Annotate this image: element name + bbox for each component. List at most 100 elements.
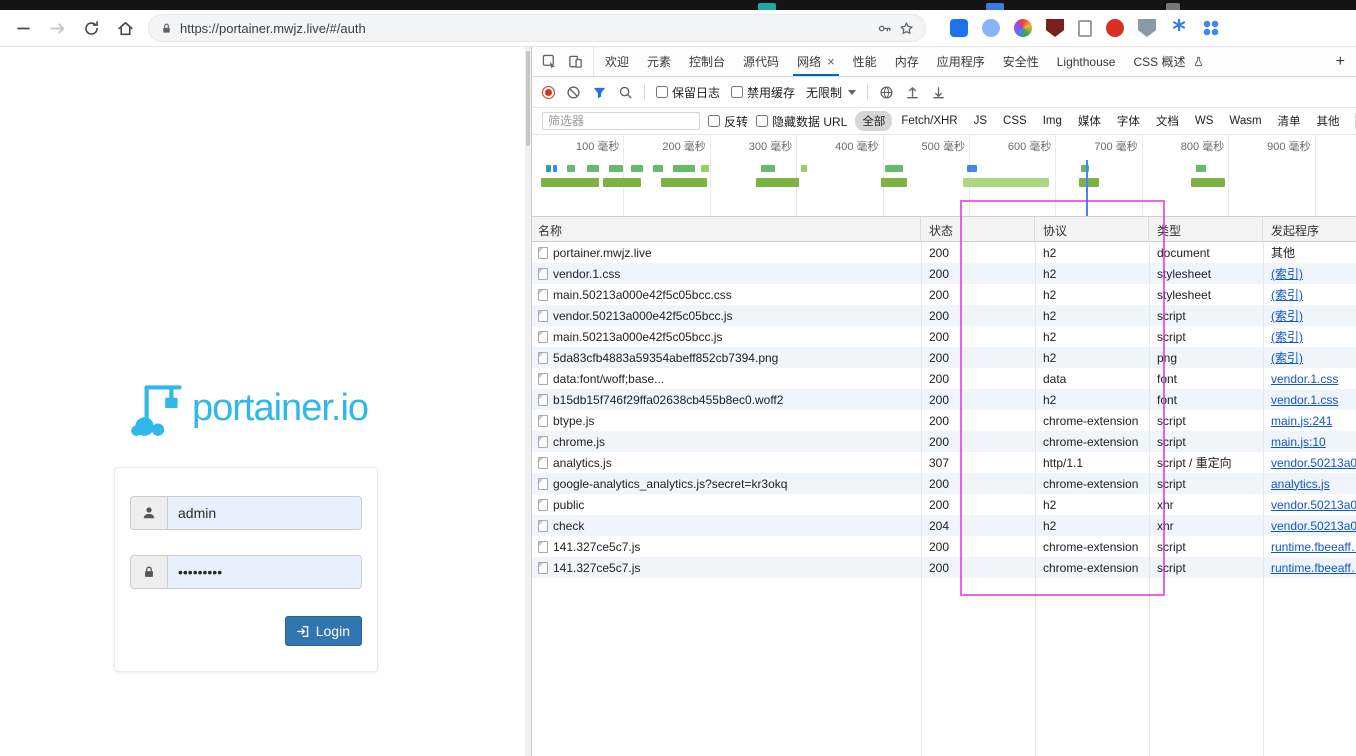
initiator-link[interactable]: (索引) [1271,265,1303,282]
initiator-link[interactable]: analytics.js [1271,477,1330,491]
table-row[interactable]: vendor.50213a000e42f5c05bcc.js 200 h2 scrip… [532,305,1356,326]
close-icon[interactable]: × [827,55,835,68]
table-row[interactable]: analytics.js 307 http/1.1 script / 重定向 vendo… [532,452,1356,473]
network-overview-timeline[interactable]: 100 毫秒 200 毫秒 300 毫秒 400 毫秒 500 毫秒 600 毫秒 700 … [532,135,1356,217]
devtools-tab[interactable]: 网络 × [788,47,844,76]
home-button[interactable] [110,14,140,42]
filter-pill[interactable]: 字体 [1110,111,1147,131]
devtools-tab[interactable]: 元素 [638,47,680,76]
devtools-tab[interactable]: CSS 概述 [1124,47,1213,76]
login-button[interactable]: Login [284,616,362,646]
filter-pill[interactable]: 文档 [1149,111,1186,131]
devtools-tab[interactable]: 应用程序 [928,47,994,76]
devtools-tab[interactable]: Lighthouse [1048,47,1125,76]
initiator-link[interactable]: vendor.50213a0… [1271,498,1356,512]
filter-pill[interactable]: JS [967,113,994,129]
preserve-log-box[interactable] [656,86,668,98]
filter-pill[interactable]: Wasm [1222,113,1268,129]
table-row[interactable]: 141.327ce5c7.js 200 chrome-extension script… [532,557,1356,578]
initiator-link[interactable]: (索引) [1271,286,1303,303]
record-button[interactable] [542,85,555,99]
table-row[interactable]: btype.js 200 chrome-extension script main.js… [532,410,1356,431]
filter-pill[interactable]: 其他 [1310,111,1347,131]
disable-cache-box[interactable] [731,86,744,98]
table-row[interactable]: 141.327ce5c7.js 200 chrome-extension script… [532,536,1356,557]
search-icon[interactable] [618,85,633,100]
table-row[interactable]: check 204 h2 xhr vendor.50213a0… [532,515,1356,536]
column-header-initiator[interactable]: 发起程序 [1263,217,1356,241]
refresh-button[interactable] [76,14,106,42]
export-har-icon[interactable] [931,85,946,100]
import-har-icon[interactable] [905,85,920,100]
favorite-star-icon[interactable] [899,21,914,36]
initiator-link[interactable]: vendor.1.css [1271,393,1338,407]
table-row[interactable]: public 200 h2 xhr vendor.50213a0… [532,494,1356,515]
filter-pill[interactable]: 媒体 [1071,111,1108,131]
devtools-tab[interactable]: 内存 [886,47,928,76]
table-row[interactable]: b15db15f746f29ffa02638cb455b8ec0.woff2 20… [532,389,1356,410]
adguard-extension-icon[interactable] [1106,19,1124,37]
scrollbar-thumb[interactable] [526,51,530,146]
table-row[interactable]: chrome.js 200 chrome-extension script main.j… [532,431,1356,452]
devtools-tab[interactable]: 性能 [844,47,886,76]
initiator-link[interactable]: runtime.fbeeaff… [1271,561,1356,575]
filter-pill[interactable]: Fetch/XHR [894,113,964,129]
column-header-name[interactable]: 名称 [532,217,921,241]
apps-grid-extension-icon[interactable] [1202,19,1220,37]
table-row[interactable]: main.50213a000e42f5c05bcc.js 200 h2 script (… [532,326,1356,347]
initiator-link[interactable]: main.js:241 [1271,414,1332,428]
table-row[interactable]: google-analytics_analytics.js?secret=kr3… [532,473,1356,494]
column-header-protocol[interactable]: 协议 [1035,217,1149,241]
filter-pill[interactable]: Img [1036,113,1069,129]
username-input[interactable] [167,496,362,530]
asterisk-extension-icon[interactable]: * [1170,17,1188,43]
column-header-type[interactable]: 类型 [1149,217,1263,241]
hide-data-urls-checkbox[interactable]: 隐藏数据 URL [756,113,847,130]
devtools-tab[interactable]: 安全性 [994,47,1048,76]
table-row[interactable]: data:font/woff;base... 200 data font vendor.… [532,368,1356,389]
filter-pill[interactable]: 清单 [1271,111,1308,131]
add-tab-button[interactable]: + [1325,47,1356,76]
network-conditions-icon[interactable] [879,85,894,100]
password-key-icon[interactable] [877,21,892,36]
pinwheel-extension-icon[interactable] [1014,19,1032,37]
devtools-tab[interactable]: 欢迎 [596,47,638,76]
filter-input[interactable] [542,112,700,130]
table-row[interactable]: portainer.mwjz.live 200 h2 document 其他 [532,242,1356,263]
initiator-link[interactable]: vendor.1.css [1271,372,1338,386]
initiator-link[interactable]: vendor.50213a0… [1271,519,1356,533]
initiator-link[interactable]: (索引) [1271,349,1303,366]
filter-icon[interactable] [592,85,607,100]
devtools-tab[interactable]: 源代码 [734,47,788,76]
address-bar[interactable] [148,14,926,42]
filter-pill[interactable]: WS [1188,113,1221,129]
devtools-tab[interactable]: 控制台 [680,47,734,76]
shield-extension-icon[interactable] [1138,19,1156,37]
invert-checkbox[interactable]: 反转 [708,113,748,130]
password-input[interactable] [167,555,362,589]
preserve-log-checkbox[interactable]: 保留日志 [656,84,720,101]
initiator-link[interactable]: (索引) [1271,328,1303,345]
initiator-link[interactable]: (索引) [1271,307,1303,324]
device-toolbar-icon[interactable] [568,54,583,69]
throttling-dropdown[interactable]: 无限制 [806,84,857,101]
page-extension-icon[interactable] [1078,19,1092,37]
filter-pill[interactable]: 全部 [855,111,893,131]
inspect-element-icon[interactable] [542,54,557,69]
url-input[interactable] [180,20,870,36]
pdf-extension-icon[interactable] [950,19,968,37]
filter-pill[interactable]: CSS [996,113,1034,129]
initiator-link[interactable]: vendor.50213a0… [1271,456,1356,470]
hide-data-urls-box[interactable] [756,115,769,127]
invert-box[interactable] [708,115,720,127]
table-row[interactable]: vendor.1.css 200 h2 stylesheet (索引) [532,263,1356,284]
back-button[interactable] [8,14,38,42]
forward-button[interactable] [42,14,72,42]
clear-network-log-icon[interactable] [566,85,581,100]
column-header-status[interactable]: 状态 [921,217,1035,241]
table-row[interactable]: 5da83cfb4883a59354abeff852cb7394.png 200 h… [532,347,1356,368]
ublock-extension-icon[interactable] [1046,19,1064,37]
table-row[interactable]: main.50213a000e42f5c05bcc.css 200 h2 styles… [532,284,1356,305]
initiator-link[interactable]: runtime.fbeeaff… [1271,540,1356,554]
disable-cache-checkbox[interactable]: 禁用缓存 [731,84,795,101]
